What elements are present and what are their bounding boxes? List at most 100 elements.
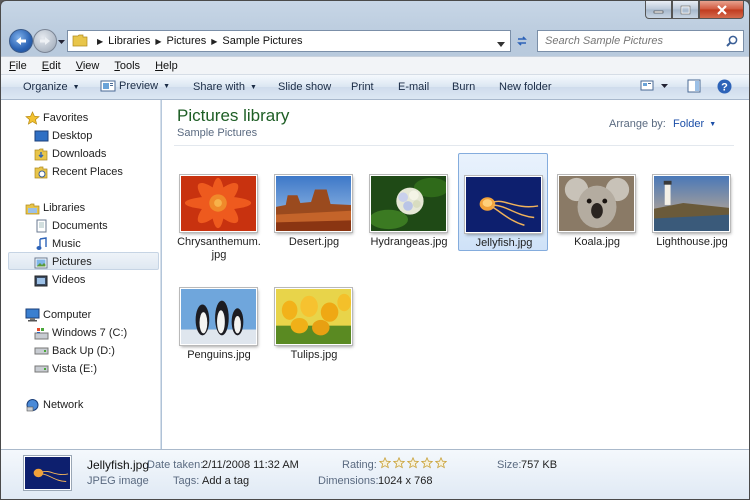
back-button[interactable]	[9, 29, 33, 53]
date-taken-label: Date taken:	[147, 459, 204, 471]
help-button[interactable]: ?	[717, 79, 732, 94]
menu-tools[interactable]: Tools	[114, 60, 140, 72]
menu-label: iew	[82, 59, 100, 72]
nav-videos[interactable]: Videos	[33, 271, 85, 289]
nav-drive-c[interactable]: Windows 7 (C:)	[33, 324, 127, 342]
close-button[interactable]	[699, 1, 744, 19]
size-value: 757 KB	[521, 459, 558, 471]
thumbnail-jellyfish	[465, 176, 542, 233]
rating-stars[interactable]	[378, 456, 449, 472]
file-tile-lighthouse[interactable]: Lighthouse.jpg	[647, 153, 737, 251]
search-input[interactable]	[543, 34, 723, 48]
preview-label: Preview	[119, 80, 159, 92]
nav-label: Music	[52, 238, 81, 250]
preview-button[interactable]: Preview ▼	[100, 79, 170, 93]
views-dropdown[interactable]	[661, 84, 668, 89]
rating-star-icon[interactable]	[420, 456, 434, 472]
preview-pane-icon	[687, 79, 701, 93]
nav-computer[interactable]: Computer	[24, 306, 91, 324]
email-label: E-mail	[398, 81, 430, 93]
videos-icon	[33, 272, 49, 288]
nav-network[interactable]: Network	[24, 396, 83, 414]
minimize-button[interactable]	[645, 1, 672, 19]
print-button[interactable]: Print	[351, 81, 374, 93]
nav-recent-places[interactable]: Recent Places	[33, 163, 123, 181]
breadcrumb-libraries[interactable]: Libraries ▶	[108, 35, 166, 47]
breadcrumb-label: Sample Pictures	[222, 35, 303, 47]
file-tile-jellyfish[interactable]: Jellyfish.jpg	[458, 153, 548, 251]
details-file-type: JPEG image	[87, 475, 149, 487]
menu-help[interactable]: Help	[155, 60, 178, 72]
address-bar[interactable]: ▶ Libraries ▶ Pictures ▶ Sample Pictures	[67, 30, 511, 52]
breadcrumb-pictures[interactable]: Pictures ▶	[167, 35, 223, 47]
menu-view[interactable]: View	[76, 60, 100, 72]
nav-downloads[interactable]: Downloads	[33, 145, 106, 163]
slide-show-label: Slide show	[278, 81, 332, 93]
drive-icon	[33, 343, 49, 359]
menu-accelerator: F	[9, 59, 16, 72]
nav-label: Documents	[52, 220, 108, 232]
nav-favorites[interactable]: Favorites	[24, 109, 88, 127]
views-icon	[640, 80, 654, 91]
file-tile-hydrangeas[interactable]: Hydrangeas.jpg	[364, 153, 454, 251]
rating-star-icon[interactable]	[392, 456, 406, 472]
rating-star-icon[interactable]	[378, 456, 392, 472]
refresh-button[interactable]	[512, 30, 532, 52]
nav-label: Network	[43, 399, 84, 411]
tags-value[interactable]: Add a tag	[202, 475, 249, 487]
windows-drive-icon	[33, 325, 49, 341]
forward-button[interactable]	[33, 29, 57, 53]
menu-label: dit	[49, 59, 61, 72]
nav-label: Downloads	[52, 148, 107, 160]
breadcrumb-root-arrow[interactable]: ▶	[92, 37, 108, 46]
breadcrumb-sample-pictures[interactable]: Sample Pictures	[222, 35, 302, 47]
file-name: Chrysanthemum. jpg	[174, 236, 264, 262]
details-thumbnail	[24, 456, 71, 490]
nav-drive-d[interactable]: Back Up (D:)	[33, 342, 115, 360]
star-icon	[24, 110, 40, 126]
file-tile-koala[interactable]: Koala.jpg	[552, 153, 642, 251]
drive-icon	[33, 361, 49, 377]
slide-show-button[interactable]: Slide show	[278, 81, 331, 93]
svg-text:?: ?	[721, 82, 728, 94]
nav-label: Back Up (D:)	[52, 345, 115, 357]
email-button[interactable]: E-mail	[398, 81, 429, 93]
nav-desktop[interactable]: Desktop	[33, 127, 92, 145]
preview-pane-button[interactable]	[687, 79, 701, 93]
minimize-icon	[653, 10, 664, 13]
libraries-icon	[24, 200, 40, 216]
nav-documents[interactable]: Documents	[33, 217, 108, 235]
new-folder-button[interactable]: New folder	[499, 81, 552, 93]
organize-button[interactable]: Organize ▼	[23, 81, 80, 93]
chevron-down-icon	[58, 40, 65, 44]
nav-pictures[interactable]: Pictures	[33, 253, 92, 271]
search-icon[interactable]	[726, 35, 738, 50]
file-tile-chrysanthemum[interactable]: Chrysanthemum. jpg	[174, 153, 264, 261]
change-view-button[interactable]	[640, 79, 654, 92]
nav-libraries[interactable]: Libraries	[24, 199, 85, 217]
rating-star-icon[interactable]	[406, 456, 420, 472]
rating-label: Rating:	[342, 459, 377, 471]
search-box[interactable]	[537, 30, 744, 52]
rating-star-icon[interactable]	[434, 456, 448, 472]
file-tile-tulips[interactable]: Tulips.jpg	[269, 266, 359, 364]
menu-file[interactable]: File	[9, 60, 27, 72]
new-folder-label: New folder	[499, 81, 552, 93]
file-tile-desert[interactable]: Desert.jpg	[269, 153, 359, 251]
preview-icon	[100, 80, 116, 92]
file-tile-penguins[interactable]: Penguins.jpg	[174, 266, 264, 364]
share-with-button[interactable]: Share with ▼	[193, 81, 257, 93]
nav-drive-e[interactable]: Vista (E:)	[33, 360, 97, 378]
burn-button[interactable]: Burn	[452, 81, 475, 93]
menu-accelerator: E	[41, 59, 50, 72]
nav-music[interactable]: Music	[33, 235, 81, 253]
address-history-dropdown[interactable]	[497, 38, 505, 50]
menu-edit[interactable]: Edit	[42, 60, 61, 72]
menu-label: ools	[119, 59, 141, 72]
recent-pages-dropdown[interactable]	[58, 36, 65, 48]
maximize-button[interactable]	[672, 1, 699, 19]
date-taken-value[interactable]: 2/11/2008 11:32 AM	[202, 459, 299, 471]
arrange-by-dropdown[interactable]: Folder ▼	[673, 118, 716, 130]
nav-label: Recent Places	[52, 166, 123, 178]
file-name: Jellyfish.jpg	[475, 237, 533, 249]
